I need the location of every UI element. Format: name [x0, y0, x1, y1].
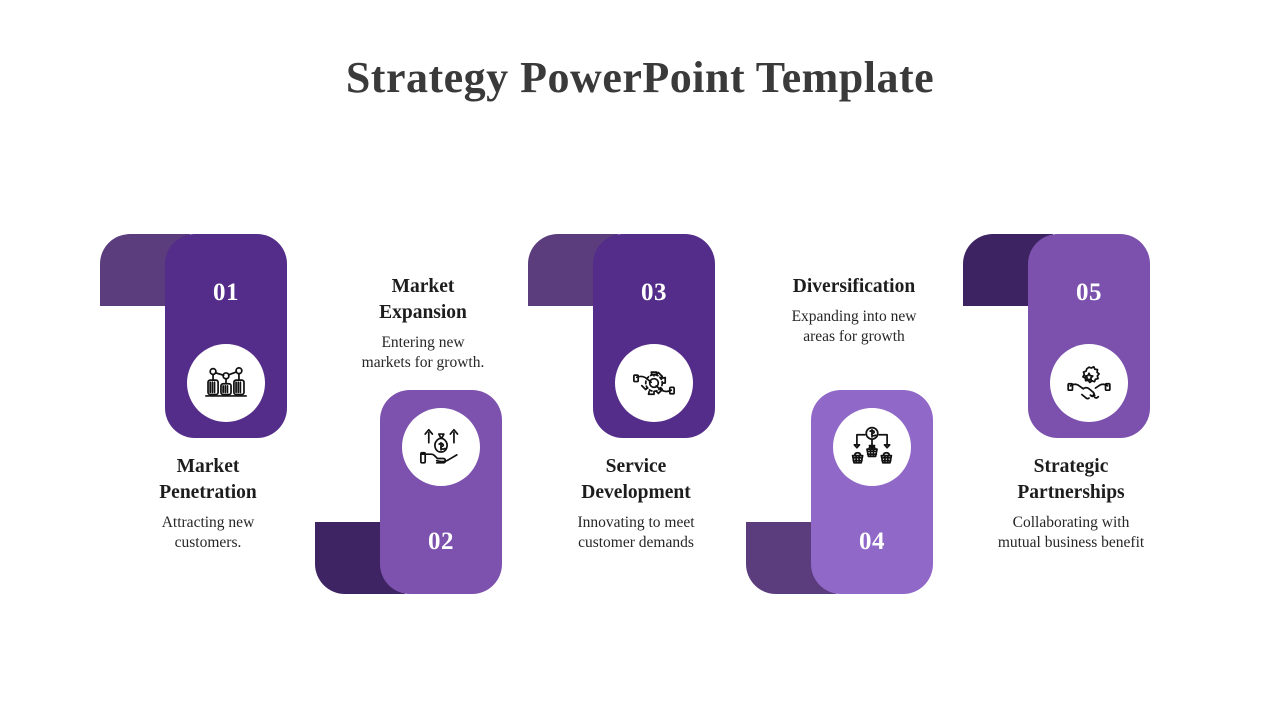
hand-money-bag-growth-icon — [418, 424, 464, 470]
step-02-card-body[interactable]: 02 — [380, 390, 502, 594]
step-03-textblock: Service Development Innovating to meet c… — [500, 454, 772, 552]
people-growth-chart-icon — [203, 360, 249, 406]
step-card-05[interactable]: 05 Strategic Partnerships Collaborating … — [953, 226, 1189, 606]
step-03-icon-bubble — [615, 344, 693, 422]
dollar-distribution-baskets-icon — [849, 424, 895, 470]
step-03-desc-line2: customer demands — [578, 533, 694, 551]
step-05-desc-line2: mutual business benefit — [997, 533, 1145, 551]
step-03-number: 03 — [641, 279, 667, 306]
gear-in-hands-icon — [631, 360, 677, 406]
step-01-title-line2: Penetration — [159, 482, 257, 503]
step-05-desc-line1: Collaborating with — [1012, 514, 1130, 531]
step-03-desc-line1: Innovating to meet — [577, 514, 695, 531]
step-01-textblock: Market Penetration Attracting new custom… — [72, 454, 344, 552]
step-02-icon-bubble — [402, 408, 480, 486]
step-01-icon-bubble — [187, 344, 265, 422]
step-04-title-line1: Diversification — [792, 276, 916, 297]
step-01-card-body[interactable]: 01 — [165, 234, 287, 438]
step-01-title-line1: Market — [176, 456, 240, 477]
step-05-number: 05 — [1076, 279, 1102, 306]
step-03-title-line2: Development — [581, 482, 691, 503]
step-05-icon-bubble — [1050, 344, 1128, 422]
step-04-desc-line1: Expanding into new — [791, 308, 917, 325]
step-01-number: 01 — [213, 279, 239, 306]
handshake-gear-icon — [1066, 360, 1112, 406]
step-02-number: 02 — [428, 528, 454, 555]
step-05-textblock: Strategic Partnerships Collaborating wit… — [935, 454, 1207, 552]
step-04-icon-bubble — [833, 408, 911, 486]
step-04-textblock: Diversification Expanding into new areas… — [718, 274, 990, 346]
step-04-desc-line2: areas for growth — [803, 327, 905, 345]
step-03-card-body[interactable]: 03 — [593, 234, 715, 438]
step-04-card-body[interactable]: 04 — [811, 390, 933, 594]
strategy-steps-stage: 01 Market Penetration Attracting new cus… — [0, 0, 1280, 720]
step-05-title-line2: Partnerships — [1017, 482, 1125, 503]
step-05-card-body[interactable]: 05 — [1028, 234, 1150, 438]
step-01-desc-line2: customers. — [174, 533, 242, 551]
step-03-title-line1: Service — [605, 456, 667, 477]
step-05-title-line1: Strategic — [1033, 456, 1109, 477]
step-04-number: 04 — [859, 528, 885, 555]
step-01-desc-line1: Attracting new — [161, 514, 255, 531]
